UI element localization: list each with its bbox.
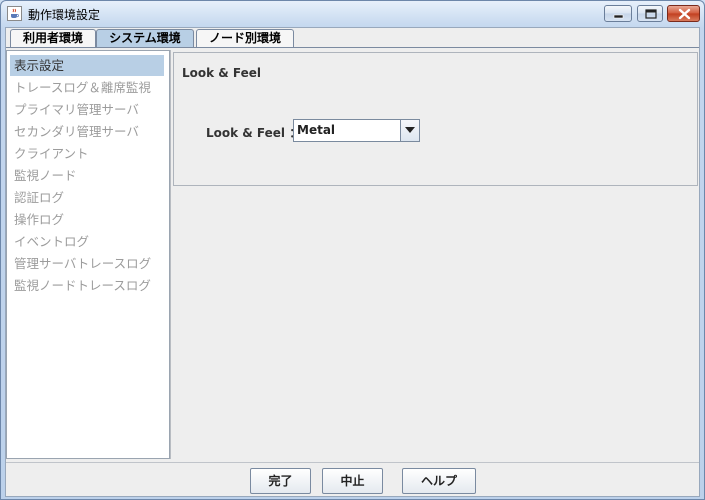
maximize-icon	[645, 9, 657, 19]
window-title: 動作環境設定	[28, 8, 101, 22]
nav-item-primary-server[interactable]: プライマリ管理サーバ	[10, 99, 164, 120]
minimize-icon	[613, 14, 624, 19]
look-and-feel-label: Look & Feel ：	[206, 126, 302, 140]
cancel-button[interactable]: 中止	[322, 468, 383, 494]
settings-window: 動作環境設定 利用者環境 システム環境 ノード別環境 表示設定 トレースログ＆離…	[0, 0, 705, 500]
close-button[interactable]	[667, 5, 700, 22]
nav-item-trace-log-away[interactable]: トレースログ＆離席監視	[10, 77, 164, 98]
chevron-down-icon	[405, 127, 415, 133]
nav-item-monitor-node[interactable]: 監視ノード	[10, 165, 164, 186]
done-button[interactable]: 完了	[250, 468, 311, 494]
tab-panel: 表示設定 トレースログ＆離席監視 プライマリ管理サーバ セカンダリ管理サーバ ク…	[6, 47, 699, 461]
nav-item-auth-log[interactable]: 認証ログ	[10, 187, 164, 208]
tab-system-environment[interactable]: システム環境	[96, 29, 194, 47]
settings-category-list: 表示設定 トレースログ＆離席監視 プライマリ管理サーバ セカンダリ管理サーバ ク…	[6, 50, 170, 459]
dropdown-button[interactable]	[400, 120, 419, 141]
help-button[interactable]: ヘルプ	[402, 468, 476, 494]
button-bar: 完了 中止 ヘルプ	[6, 462, 699, 496]
nav-item-server-trace-log[interactable]: 管理サーバトレースログ	[10, 253, 164, 274]
tab-node-environment[interactable]: ノード別環境	[196, 29, 294, 47]
tab-user-environment[interactable]: 利用者環境	[10, 29, 96, 47]
close-icon	[678, 8, 691, 20]
dialog-content: 利用者環境 システム環境 ノード別環境 表示設定 トレースログ＆離席監視 プライ…	[5, 27, 700, 497]
settings-detail-area: Look & Feel Look & Feel ： Metal	[170, 50, 699, 459]
nav-item-event-log[interactable]: イベントログ	[10, 231, 164, 252]
maximize-button[interactable]	[637, 5, 663, 22]
title-bar[interactable]: 動作環境設定	[1, 1, 704, 27]
look-and-feel-group: Look & Feel Look & Feel ： Metal	[173, 52, 698, 186]
minimize-button[interactable]	[604, 5, 632, 22]
java-cup-icon[interactable]	[7, 6, 22, 21]
nav-item-display-settings[interactable]: 表示設定	[10, 55, 164, 76]
look-and-feel-value: Metal	[297, 123, 336, 137]
nav-item-operation-log[interactable]: 操作ログ	[10, 209, 164, 230]
nav-item-client[interactable]: クライアント	[10, 143, 164, 164]
nav-item-secondary-server[interactable]: セカンダリ管理サーバ	[10, 121, 164, 142]
look-and-feel-select[interactable]: Metal	[293, 119, 420, 142]
nav-item-node-trace-log[interactable]: 監視ノードトレースログ	[10, 275, 164, 296]
group-title: Look & Feel	[182, 66, 262, 80]
